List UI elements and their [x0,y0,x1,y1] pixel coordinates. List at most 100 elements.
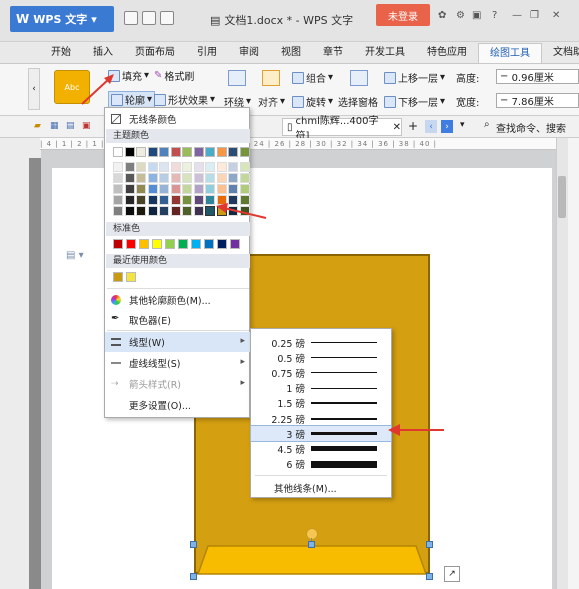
theme-color-swatch[interactable] [205,184,215,194]
theme-color-swatch[interactable] [182,147,192,157]
standard-color-swatch[interactable] [230,239,240,249]
standard-color-swatch[interactable] [139,239,149,249]
scroll-left-icon[interactable]: ‹ [28,68,40,110]
theme-color-swatch[interactable] [136,195,146,205]
save-icon[interactable] [160,11,174,25]
theme-color-swatch[interactable] [193,162,204,172]
theme-color-swatch[interactable] [159,147,169,157]
selection-pane-icon[interactable] [350,70,368,86]
standard-color-swatch[interactable] [113,239,123,249]
tab-3[interactable]: 引用 [186,43,228,63]
theme-color-swatch[interactable] [193,206,204,216]
theme-color-swatch[interactable] [216,147,227,157]
theme-color-swatch[interactable] [216,162,227,172]
vertical-ruler[interactable] [29,158,41,589]
wrap-icon[interactable] [228,70,246,86]
tab-8[interactable]: 特色应用 [416,43,478,63]
print-icon[interactable]: ▤ [66,121,75,131]
selection-pane-button[interactable]: 选择窗格 [338,94,378,109]
theme-color-swatch[interactable] [147,206,158,216]
theme-color-swatch[interactable] [136,147,146,157]
tab-list-icon[interactable]: ▾ [460,120,465,130]
shape-trapezoid[interactable] [194,544,430,576]
theme-color-swatch[interactable] [170,162,181,172]
theme-color-swatch[interactable] [205,162,215,172]
theme-color-swatch[interactable] [170,195,181,205]
theme-color-swatch[interactable] [136,184,146,194]
line-weight-option[interactable]: 0.25 磅 [251,335,391,350]
line-weight-option[interactable]: 2.25 磅 [251,411,391,426]
shape-effects-button[interactable]: 形状效果 ▾ [154,92,215,107]
combine-button[interactable]: 组合 ▾ [292,70,333,85]
theme-color-swatch[interactable] [228,147,238,157]
search-icon[interactable]: ⌕ [484,119,490,130]
theme-color-swatch[interactable] [216,184,227,194]
resize-handle[interactable] [190,573,197,580]
line-weight-option[interactable]: 4.5 磅 [251,441,391,456]
theme-color-swatch[interactable] [228,162,238,172]
theme-color-swatch[interactable] [216,173,227,183]
align-icon[interactable] [262,70,280,86]
theme-color-swatch[interactable] [170,206,181,216]
more-outline-colors-item[interactable]: 其他轮廓颜色(M)... [105,290,251,310]
command-search[interactable]: 查找命令、搜索 [496,120,566,135]
theme-color-swatch[interactable] [136,162,146,172]
theme-color-swatch[interactable] [147,147,158,157]
theme-color-swatch[interactable] [170,184,181,194]
theme-color-swatch[interactable] [159,173,169,183]
theme-color-swatch[interactable] [159,162,169,172]
standard-color-swatch[interactable] [204,239,214,249]
theme-color-swatch[interactable] [193,184,204,194]
scrollbar-thumb[interactable] [558,176,566,218]
more-settings-item[interactable]: 更多设置(O)... [105,395,251,415]
tab-0[interactable]: 开始 [40,43,82,63]
eyedropper-item[interactable]: ✒ 取色器(E) [105,310,251,330]
wps-app-button[interactable]: W WPS 文字 ▾ [10,6,114,32]
standard-color-swatch[interactable] [152,239,162,249]
resize-handle[interactable] [426,541,433,548]
close-icon[interactable]: ✕ [552,10,560,21]
theme-color-swatch[interactable] [159,206,169,216]
tab-2[interactable]: 页面布局 [124,43,186,63]
skin-icon[interactable]: ✿ [438,10,446,21]
resize-handle[interactable] [190,541,197,548]
theme-color-swatch[interactable] [124,184,135,194]
help-icon[interactable]: ? [492,10,497,21]
recent-color-swatch[interactable] [126,272,136,282]
theme-color-swatch[interactable] [124,195,135,205]
theme-color-swatch[interactable] [182,195,192,205]
theme-color-swatch[interactable] [113,162,123,172]
theme-color-swatch[interactable] [228,173,238,183]
no-line-color-item[interactable]: 无线条颜色 [105,109,251,129]
theme-color-swatch[interactable] [113,173,123,183]
tab-next-icon[interactable]: › [441,120,453,133]
folder-icon[interactable]: ▰ [34,121,41,131]
theme-color-swatch[interactable] [193,147,204,157]
minimize-icon[interactable]: — [512,10,522,21]
more-lines-item[interactable]: 其他线条(M)... [274,481,337,495]
rotation-handle-icon[interactable] [306,528,318,540]
tab-5[interactable]: 视图 [270,43,312,63]
tab-6[interactable]: 章节 [312,43,354,63]
new-doc-icon[interactable] [124,11,138,25]
theme-color-swatch[interactable] [159,195,169,205]
align-button[interactable]: 对齐 ▾ [258,94,285,109]
theme-color-swatch[interactable] [239,184,250,194]
line-weight-item[interactable]: 线型(W) ▸ [105,332,251,352]
line-weight-option[interactable]: 6 磅 [251,457,391,472]
theme-color-swatch[interactable] [239,162,250,172]
theme-color-swatch[interactable] [182,173,192,183]
open-icon[interactable] [142,11,156,25]
theme-color-swatch[interactable] [205,147,215,157]
rotate-button[interactable]: 旋转 ▾ [292,94,333,109]
dash-type-item[interactable]: 虚线线型(S) ▸ [105,353,251,373]
document-tab[interactable]: ▯ chml陈辉...400字符] ✕ [282,116,402,142]
theme-color-swatch[interactable] [239,147,250,157]
send-backward-button[interactable]: 下移一层 ▾ [384,94,445,109]
theme-color-swatch[interactable] [124,206,135,216]
bring-forward-button[interactable]: 上移一层 ▾ [384,70,445,85]
preview-icon[interactable]: ▣ [82,121,91,131]
theme-color-swatch[interactable] [239,173,250,183]
theme-color-swatch[interactable] [228,184,238,194]
tab-10[interactable]: 文档助手 [542,43,579,63]
